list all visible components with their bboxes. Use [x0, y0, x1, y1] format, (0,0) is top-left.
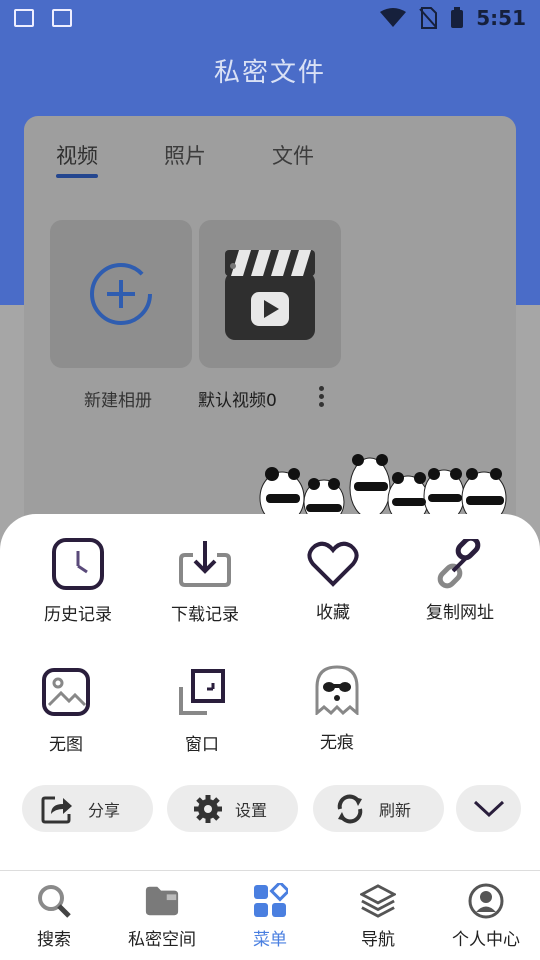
nav-search-label: 搜索: [37, 930, 71, 950]
favorites-label: 收藏: [316, 603, 350, 623]
no-sim-icon: [419, 7, 438, 29]
window-label: 窗口: [185, 735, 219, 755]
nav-profile[interactable]: 个人中心: [436, 883, 536, 950]
tab-photos[interactable]: 照片: [164, 140, 206, 178]
copy-url-label: 复制网址: [426, 603, 494, 623]
expand-button[interactable]: [456, 785, 521, 832]
link-icon: [432, 536, 488, 592]
search-icon: [36, 883, 72, 919]
incognito-button[interactable]: 无痕: [277, 662, 397, 753]
page-title: 私密文件: [213, 58, 326, 88]
clapperboard-icon: [225, 250, 315, 340]
layers-icon: [360, 883, 396, 919]
category-tabs: 视频 照片 文件: [56, 140, 314, 178]
clock-icon: [50, 536, 106, 592]
new-album-label: 新建相册: [84, 391, 152, 411]
image-icon: [38, 664, 94, 720]
settings-button[interactable]: 设置: [167, 785, 298, 832]
status-bar: 5:51: [0, 0, 540, 36]
incognito-label: 无痕: [320, 733, 354, 753]
gallery-notification-icon: [14, 9, 34, 27]
refresh-icon: [333, 794, 367, 824]
status-time: 5:51: [476, 6, 526, 30]
share-button[interactable]: 分享: [22, 785, 153, 832]
window-button[interactable]: 窗口: [142, 664, 262, 755]
new-album-tile[interactable]: [50, 220, 192, 368]
tab-videos[interactable]: 视频: [56, 140, 98, 178]
history-button[interactable]: 历史记录: [18, 536, 138, 625]
folder-icon: [144, 883, 180, 919]
ghost-icon: [309, 662, 365, 718]
more-options-icon[interactable]: [319, 386, 325, 410]
refresh-label: 刷新: [379, 800, 412, 820]
nav-private-space[interactable]: 私密空间: [112, 883, 212, 950]
history-label: 历史记录: [44, 605, 112, 625]
nav-menu-label: 菜单: [253, 930, 287, 950]
refresh-button[interactable]: 刷新: [313, 785, 444, 832]
download-icon: [177, 536, 233, 592]
wifi-icon: [380, 8, 407, 27]
share-icon: [40, 794, 74, 824]
heart-icon: [305, 536, 361, 592]
battery-icon: [451, 7, 464, 28]
nav-menu[interactable]: 菜单: [220, 883, 320, 950]
default-video-label: 默认视频0: [198, 391, 277, 411]
gear-icon: [191, 794, 225, 824]
settings-label: 设置: [235, 800, 268, 820]
user-icon: [468, 883, 504, 919]
nav-profile-label: 个人中心: [452, 930, 520, 950]
copy-url-button[interactable]: 复制网址: [400, 536, 520, 623]
nav-navigation[interactable]: 导航: [328, 883, 428, 950]
nav-navigation-label: 导航: [361, 930, 395, 950]
add-circle-icon: [90, 263, 152, 325]
chevron-down-icon: [473, 800, 504, 817]
share-label: 分享: [88, 800, 121, 820]
bottom-navigation: 搜索 私密空间 菜单 导航 个人中心: [0, 870, 540, 960]
downloads-label: 下载记录: [171, 605, 239, 625]
no-image-button[interactable]: 无图: [6, 664, 126, 755]
tab-files[interactable]: 文件: [272, 140, 314, 178]
default-video-album-tile[interactable]: [199, 220, 341, 368]
nav-search[interactable]: 搜索: [4, 883, 104, 950]
downloads-button[interactable]: 下载记录: [145, 536, 265, 625]
favorites-button[interactable]: 收藏: [273, 536, 393, 623]
grid-icon: [252, 883, 288, 919]
window-icon: [174, 664, 230, 720]
no-image-label: 无图: [49, 735, 83, 755]
nav-private-space-label: 私密空间: [128, 930, 196, 950]
text-notification-icon: [52, 9, 72, 27]
